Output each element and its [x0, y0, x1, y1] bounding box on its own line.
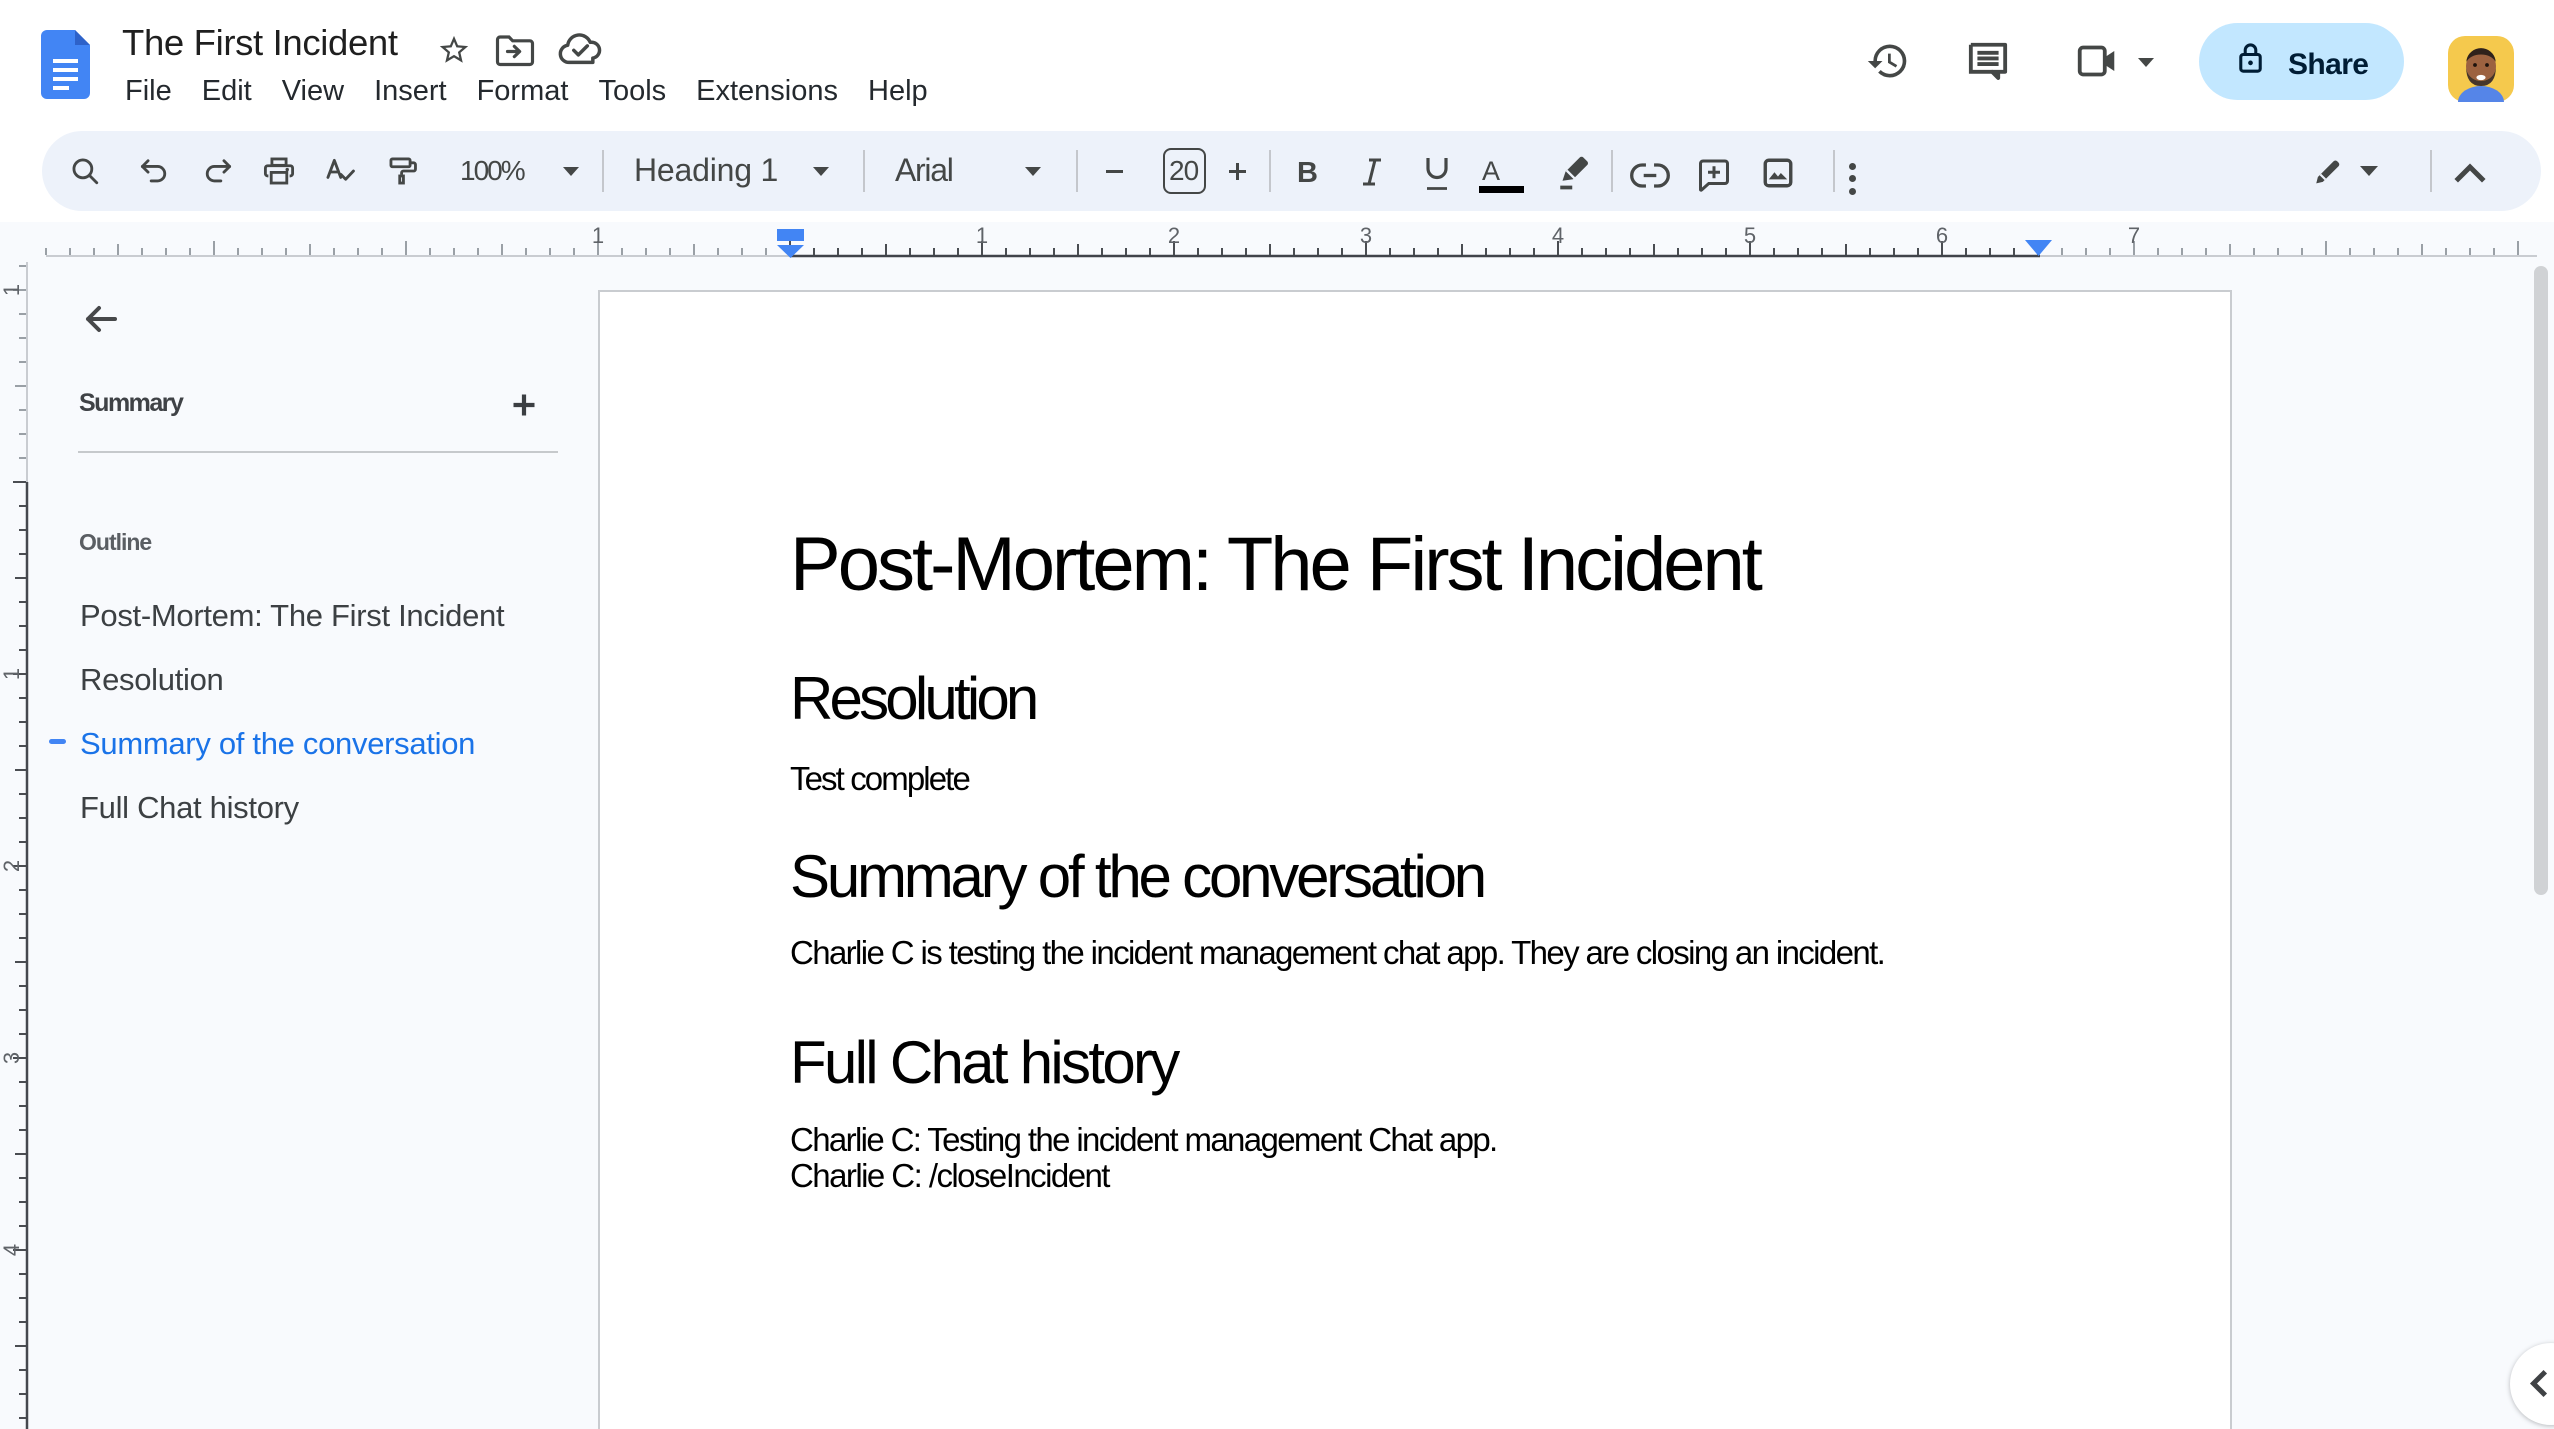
svg-text:4: 4 [1552, 223, 1564, 248]
svg-text:1: 1 [592, 223, 604, 248]
svg-text:7: 7 [2128, 223, 2140, 248]
svg-text:3: 3 [0, 1052, 24, 1064]
svg-text:6: 6 [1936, 223, 1948, 248]
svg-text:2: 2 [1168, 223, 1180, 248]
svg-text:5: 5 [1744, 223, 1756, 248]
svg-text:2: 2 [0, 860, 24, 872]
svg-text:4: 4 [0, 1244, 24, 1256]
svg-text:1: 1 [976, 223, 988, 248]
svg-text:3: 3 [1360, 223, 1372, 248]
svg-text:1: 1 [0, 284, 24, 296]
svg-text:1: 1 [0, 668, 24, 680]
